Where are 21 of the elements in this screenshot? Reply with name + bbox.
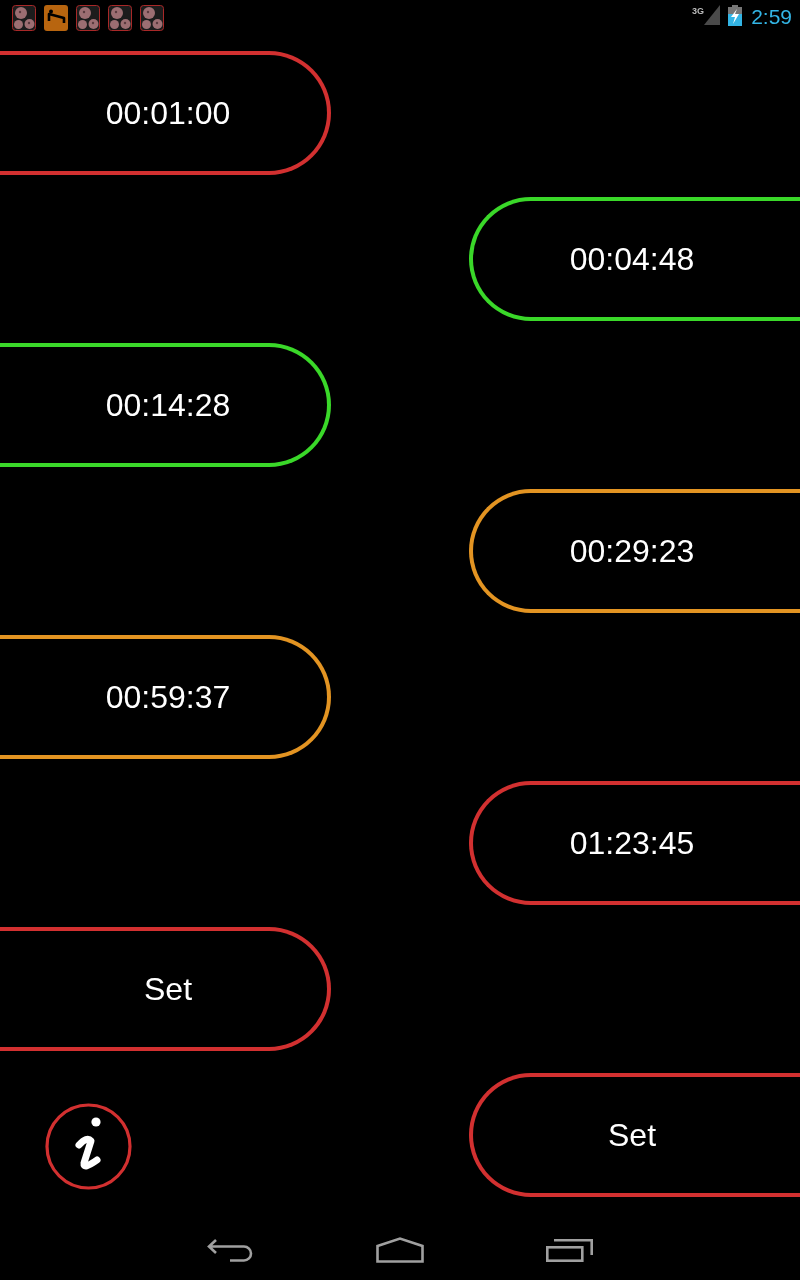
circles-tile-icon[interactable] [108, 5, 132, 31]
recent-apps-icon[interactable] [546, 1238, 594, 1262]
pill-button[interactable]: 01:23:45 [469, 781, 800, 905]
signal-icon [704, 5, 721, 25]
pill-button[interactable]: Set [0, 927, 331, 1051]
back-icon[interactable] [206, 1237, 254, 1263]
pill-button[interactable]: 00:59:37 [0, 635, 331, 759]
pill-button[interactable]: Set [469, 1073, 800, 1197]
clock-time: 2:59 [751, 5, 792, 29]
battery-charging-icon [728, 5, 743, 26]
pill-button[interactable]: 00:14:28 [0, 343, 331, 467]
network-type-label: 3G [692, 7, 705, 16]
pill-button[interactable]: 00:04:48 [469, 197, 800, 321]
pill-button[interactable]: 00:29:23 [469, 489, 800, 613]
exercise-figure-icon[interactable] [44, 5, 68, 31]
pill-button[interactable]: 00:01:00 [0, 51, 331, 175]
info-icon[interactable] [45, 1103, 132, 1190]
circles-tile-icon[interactable] [12, 5, 36, 31]
home-icon[interactable] [376, 1237, 424, 1263]
circles-tile-icon[interactable] [140, 5, 164, 31]
circles-tile-icon[interactable] [76, 5, 100, 31]
